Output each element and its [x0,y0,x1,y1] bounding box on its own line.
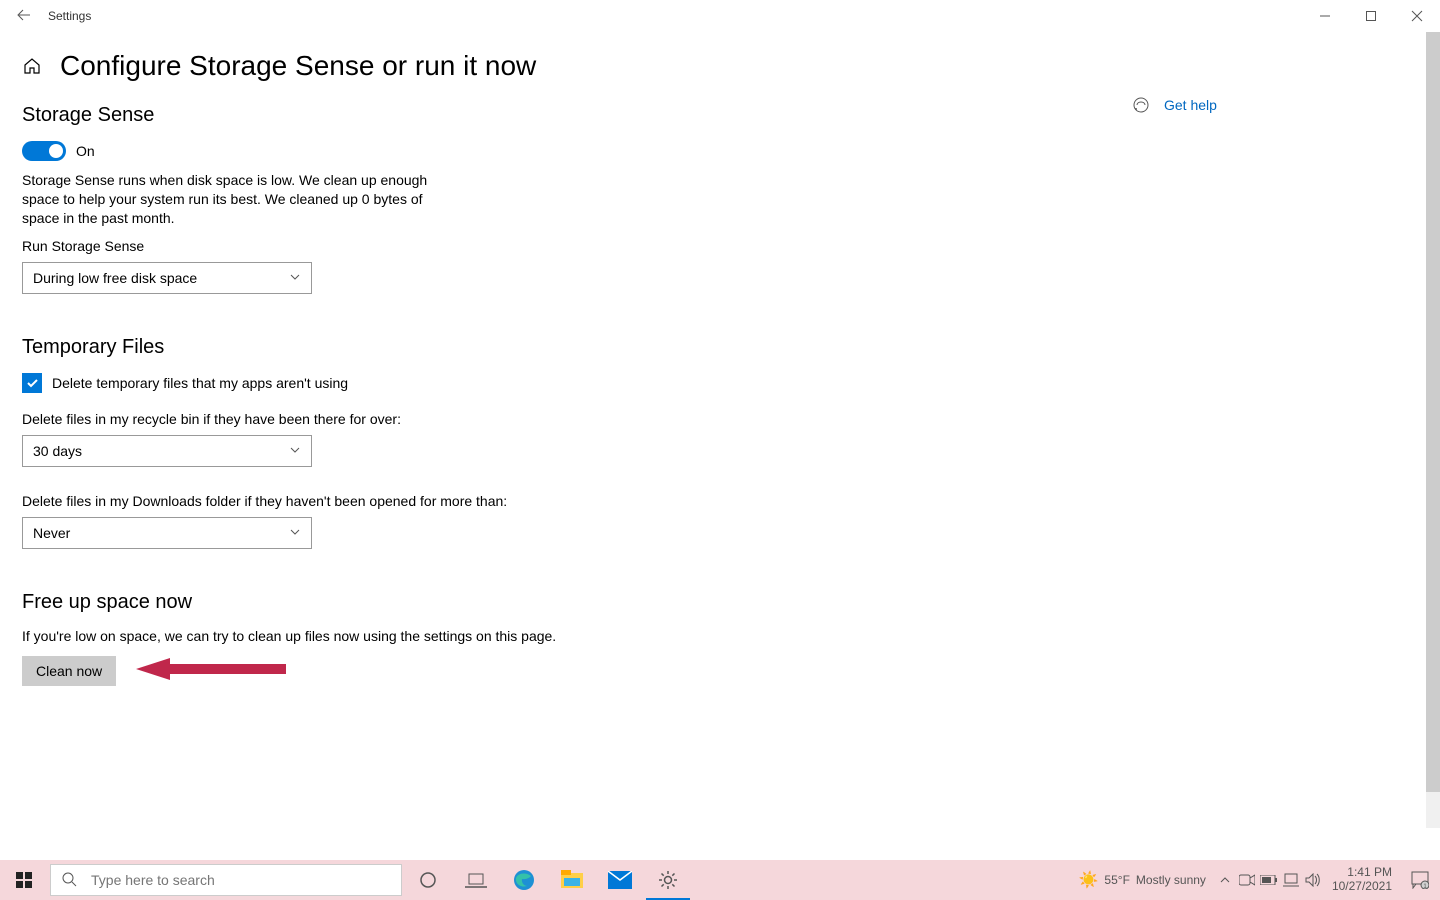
taskbar: ☀️ 55°F Mostly sunny 1:41 PM 10/27/2021 … [0,860,1440,900]
run-storage-sense-value: During low free disk space [33,270,197,286]
meet-now-icon[interactable] [1236,860,1258,900]
volume-icon[interactable] [1302,860,1324,900]
weather-widget[interactable]: ☀️ 55°F Mostly sunny [1079,870,1206,890]
free-up-heading: Free up space now [22,591,642,614]
action-center-icon[interactable]: 1 [1400,860,1440,900]
free-up-description: If you're low on space, we can try to cl… [22,628,642,644]
run-storage-sense-label: Run Storage Sense [22,238,642,254]
battery-icon[interactable] [1258,860,1280,900]
get-help-label: Get help [1164,97,1217,113]
weather-condition: Mostly sunny [1136,873,1206,887]
clean-now-button[interactable]: Clean now [22,656,116,686]
storage-sense-toggle[interactable] [22,141,66,161]
search-box[interactable] [50,864,402,896]
clock[interactable]: 1:41 PM 10/27/2021 [1324,866,1400,894]
search-input[interactable] [89,871,353,889]
start-button[interactable] [0,860,48,900]
minimize-button[interactable] [1302,0,1348,32]
delete-temp-checkbox-label: Delete temporary files that my apps aren… [52,375,348,391]
storage-sense-toggle-label: On [76,143,95,159]
titlebar: Settings [0,0,1440,32]
clock-time: 1:41 PM [1332,866,1392,880]
recycle-bin-dropdown[interactable]: 30 days [22,435,312,467]
cortana-icon[interactable] [404,860,452,900]
get-help-icon [1132,96,1150,114]
home-icon[interactable] [22,56,42,76]
close-button[interactable] [1394,0,1440,32]
file-explorer-icon[interactable] [548,860,596,900]
storage-sense-description: Storage Sense runs when disk space is lo… [22,171,442,228]
back-button[interactable] [0,7,48,26]
edge-icon[interactable] [500,860,548,900]
clock-date: 10/27/2021 [1332,880,1392,894]
settings-taskbar-icon[interactable] [644,860,692,900]
scrollbar-thumb[interactable] [1426,32,1440,792]
maximize-button[interactable] [1348,0,1394,32]
downloads-dropdown[interactable]: Never [22,517,312,549]
page-title: Configure Storage Sense or run it now [60,50,536,82]
recycle-bin-label: Delete files in my recycle bin if they h… [22,411,642,427]
chevron-down-icon [289,270,301,286]
task-view-icon[interactable] [452,860,500,900]
mail-icon[interactable] [596,860,644,900]
page-header: Configure Storage Sense or run it now [22,50,1440,82]
weather-temp: 55°F [1104,873,1129,887]
downloads-value: Never [33,525,70,541]
get-help-link[interactable]: Get help [1132,96,1217,114]
chevron-down-icon [289,443,301,459]
window-title: Settings [48,9,91,23]
network-icon[interactable] [1280,860,1302,900]
tray-overflow-icon[interactable] [1214,860,1236,900]
annotation-arrow [136,656,286,685]
delete-temp-checkbox[interactable] [22,373,42,393]
downloads-label: Delete files in my Downloads folder if t… [22,493,642,509]
chevron-down-icon [289,525,301,541]
run-storage-sense-dropdown[interactable]: During low free disk space [22,262,312,294]
weather-icon: ☀️ [1079,870,1099,890]
recycle-bin-value: 30 days [33,443,82,459]
temporary-files-heading: Temporary Files [22,336,642,359]
scrollbar[interactable] [1426,32,1440,828]
search-icon [61,871,77,890]
main-column: Storage Sense On Storage Sense runs when… [22,92,642,686]
storage-sense-heading: Storage Sense [22,104,642,127]
